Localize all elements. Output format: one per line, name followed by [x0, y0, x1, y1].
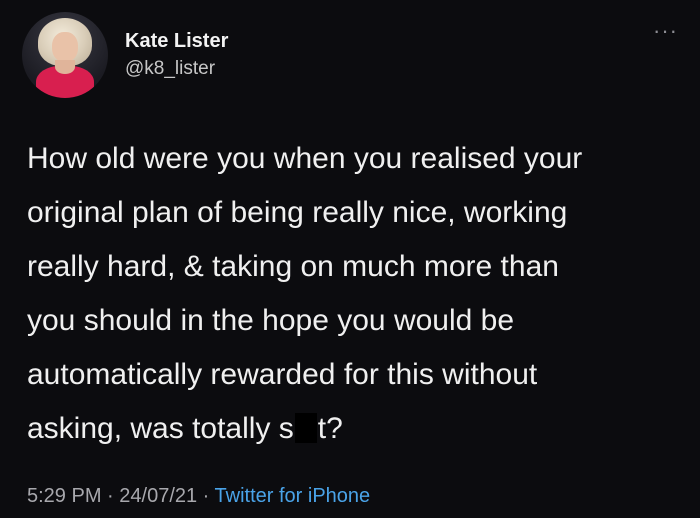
author-display-name[interactable]: Kate Lister [125, 29, 228, 53]
tweet-time[interactable]: 5:29 PM [27, 485, 101, 507]
tweet-line-5: automatically rewarded for this without [27, 358, 538, 391]
tweet-header: Kate Lister @k8_lister [22, 12, 228, 98]
tweet-card: Kate Lister @k8_lister ··· How old were … [0, 0, 700, 518]
tweet-meta: 5:29 PM · 24/07/21 · Twitter for iPhone [27, 484, 370, 508]
tweet-line-6: asking, was totally s t? [27, 402, 687, 456]
tweet-line-6-end: t? [317, 412, 343, 445]
author-handle[interactable]: @k8_lister [125, 56, 228, 82]
tweet-source-link[interactable]: Twitter for iPhone [215, 485, 371, 507]
meta-separator: · [197, 485, 215, 507]
avatar-face [52, 32, 78, 62]
tweet-line-3: really hard, & taking on much more than [27, 250, 559, 283]
tweet-line-1: How old were you when you realised your [27, 142, 583, 175]
tweet-line-6-start: asking, was totally s [27, 412, 294, 445]
tweet-date[interactable]: 24/07/21 [119, 485, 197, 507]
more-horizontal-icon[interactable]: ··· [653, 20, 678, 42]
tweet-line-2: original plan of being really nice, work… [27, 196, 568, 229]
meta-separator: · [101, 485, 120, 507]
avatar[interactable] [22, 12, 108, 98]
author-names: Kate Lister @k8_lister [125, 29, 228, 82]
avatar-neck [55, 60, 75, 74]
tweet-line-4: you should in the hope you would be [27, 304, 515, 337]
censor-block [294, 413, 317, 443]
tweet-text: How old were you when you realised your … [27, 132, 687, 456]
